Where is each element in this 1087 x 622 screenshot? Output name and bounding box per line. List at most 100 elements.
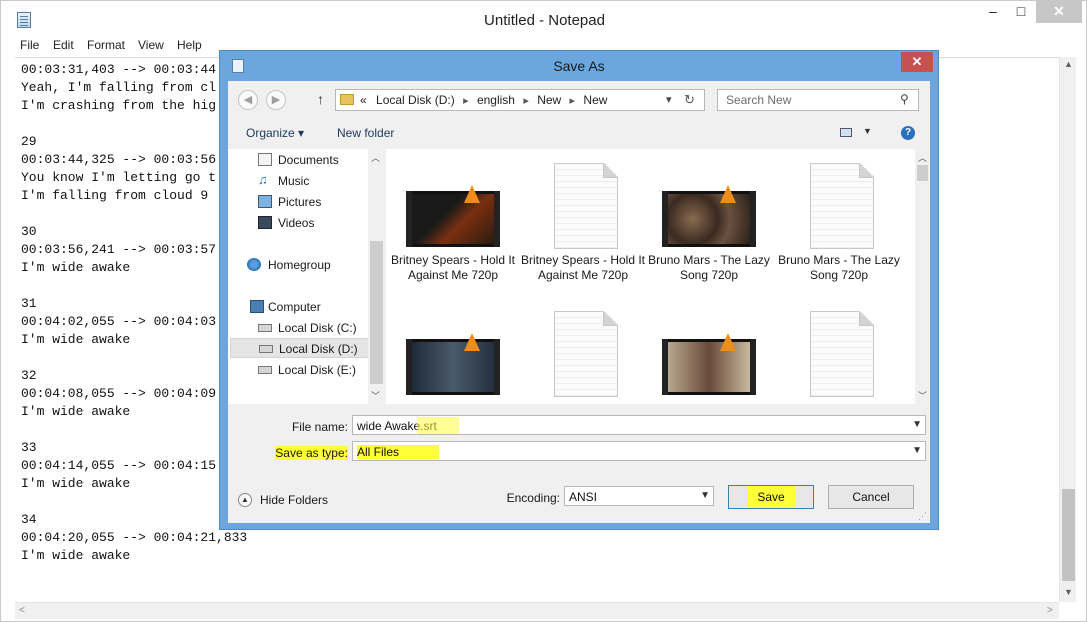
breadcrumb-separator-icon[interactable]: ▸ bbox=[523, 95, 529, 107]
menu-edit[interactable]: Edit bbox=[53, 38, 74, 52]
maximize-button[interactable]: □ bbox=[1008, 1, 1034, 23]
file-name: Bruno Mars - The Lazy Song 720p bbox=[648, 253, 770, 282]
nav-item-computer[interactable]: Computer bbox=[228, 297, 368, 317]
nav-item-local-disk-c[interactable]: Local Disk (C:) bbox=[228, 318, 368, 338]
save-button-label: Save bbox=[747, 486, 795, 508]
forward-icon[interactable]: ▶ bbox=[266, 90, 286, 110]
scroll-right-icon[interactable]: > bbox=[1047, 605, 1053, 616]
change-view-button[interactable]: ▼ bbox=[837, 125, 872, 141]
nav-pane-scrollbar[interactable]: ︿ ﹀ bbox=[368, 149, 385, 404]
menu-view[interactable]: View bbox=[138, 38, 164, 52]
video-thumbnail bbox=[406, 339, 500, 395]
close-button[interactable]: ✕ bbox=[1036, 1, 1082, 23]
file-item[interactable] bbox=[644, 297, 756, 404]
search-input[interactable]: Search New bbox=[726, 93, 791, 107]
address-dropdown-icon[interactable]: ▾ bbox=[666, 93, 672, 106]
text-document-icon bbox=[810, 311, 874, 397]
horizontal-scrollbar[interactable]: < > bbox=[15, 602, 1059, 619]
menu-help[interactable]: Help bbox=[177, 38, 202, 52]
file-item[interactable]: Britney Spears - Hold It Against Me 720p bbox=[388, 149, 515, 299]
breadcrumb-english[interactable]: english bbox=[477, 93, 515, 107]
editor-line: Yeah, I'm falling from cl bbox=[21, 80, 217, 95]
file-list[interactable]: Britney Spears - Hold It Against Me 720p… bbox=[386, 149, 915, 404]
vertical-scrollbar[interactable]: ▲ ▼ bbox=[1059, 57, 1076, 602]
new-folder-button[interactable]: New folder bbox=[337, 126, 394, 140]
highlight-mark bbox=[417, 417, 459, 434]
nav-item-documents[interactable]: Documents bbox=[228, 150, 368, 170]
save-type-label-text: Save as type: bbox=[275, 446, 348, 460]
editor-line: 00:03:56,241 --> 00:03:57 bbox=[21, 242, 217, 257]
chevron-down-icon[interactable]: ▼ bbox=[912, 445, 922, 456]
video-thumbnail bbox=[662, 191, 756, 247]
up-arrow-icon[interactable]: ↑ bbox=[317, 91, 324, 107]
scroll-left-icon[interactable]: < bbox=[19, 605, 25, 616]
breadcrumb-local-disk-d[interactable]: Local Disk (D:) bbox=[376, 93, 455, 107]
scroll-thumb[interactable] bbox=[370, 241, 383, 384]
chevron-down-icon[interactable]: ﹀ bbox=[371, 389, 380, 402]
scroll-thumb[interactable] bbox=[917, 165, 928, 181]
file-list-scrollbar[interactable]: ︿ ﹀ bbox=[915, 149, 930, 404]
refresh-icon[interactable]: ↻ bbox=[684, 92, 695, 108]
scroll-down-icon[interactable]: ▼ bbox=[1060, 587, 1077, 597]
help-icon[interactable]: ? bbox=[901, 126, 915, 140]
file-item[interactable] bbox=[388, 297, 500, 404]
breadcrumb-separator-icon[interactable]: ▸ bbox=[463, 95, 469, 107]
save-type-select[interactable]: All Files ▼ bbox=[352, 441, 926, 461]
chevron-down-icon[interactable]: ﹀ bbox=[918, 389, 927, 402]
file-item[interactable] bbox=[518, 297, 628, 404]
nav-item-label: Local Disk (E:) bbox=[278, 363, 357, 377]
editor-line: 33 bbox=[21, 440, 37, 455]
minimize-button[interactable]: – bbox=[980, 1, 1006, 23]
nav-item-pictures[interactable]: Pictures bbox=[228, 192, 368, 212]
menu-file[interactable]: File bbox=[20, 38, 39, 52]
save-type-value: All Files bbox=[357, 445, 440, 459]
breadcrumb-new[interactable]: New bbox=[537, 93, 561, 107]
chevron-up-icon[interactable]: ︿ bbox=[371, 151, 380, 164]
nav-item-local-disk-e[interactable]: Local Disk (E:) bbox=[228, 360, 368, 380]
encoding-select[interactable]: ANSI ▼ bbox=[564, 486, 714, 506]
file-item[interactable]: Britney Spears - Hold It Against Me 720p bbox=[518, 149, 645, 299]
menu-format[interactable]: Format bbox=[87, 38, 125, 52]
dialog-close-button[interactable]: ✕ bbox=[901, 52, 933, 72]
scroll-thumb[interactable] bbox=[1062, 489, 1075, 581]
editor-text: 00:03:31,403 --> 00:03:44 Yeah, I'm falli… bbox=[21, 61, 247, 565]
editor-line: You know I'm letting go t bbox=[21, 170, 217, 185]
vlc-icon bbox=[464, 333, 480, 351]
resize-grip-icon[interactable]: ⋰ bbox=[918, 511, 927, 522]
search-box[interactable]: Search New ⚲ bbox=[717, 89, 919, 111]
chevron-down-icon[interactable]: ▼ bbox=[700, 490, 710, 501]
back-icon[interactable]: ◀ bbox=[238, 90, 258, 110]
editor-line: 00:04:14,055 --> 00:04:15 bbox=[21, 458, 217, 473]
file-item[interactable] bbox=[774, 297, 884, 404]
file-item[interactable]: Bruno Mars - The Lazy Song 720p bbox=[644, 149, 770, 299]
nav-item-homegroup[interactable]: Homegroup bbox=[228, 255, 368, 275]
nav-item-label: Music bbox=[278, 174, 310, 188]
nav-item-label: Computer bbox=[268, 300, 321, 314]
editor-line: 34 bbox=[21, 512, 37, 527]
nav-item-music[interactable]: ♫ Music bbox=[228, 171, 368, 191]
organize-button[interactable]: Organize ▾ bbox=[246, 126, 304, 140]
chevron-down-icon[interactable]: ▼ bbox=[912, 419, 922, 430]
address-bar[interactable]: « Local Disk (D:) ▸ english ▸ New ▸ New … bbox=[335, 89, 705, 111]
breadcrumb-new-current[interactable]: New bbox=[583, 93, 607, 107]
dialog-body: ◀ ▶ ↑ « Local Disk (D:) ▸ english ▸ New … bbox=[228, 81, 930, 523]
dialog-title: Save As bbox=[553, 58, 605, 74]
videos-icon bbox=[258, 216, 272, 229]
chevron-down-icon: ▼ bbox=[863, 126, 872, 136]
nav-item-local-disk-d[interactable]: Local Disk (D:) bbox=[230, 338, 370, 358]
video-thumbnail bbox=[406, 191, 500, 247]
cancel-button[interactable]: Cancel bbox=[828, 485, 914, 509]
save-button[interactable]: Save bbox=[728, 485, 814, 509]
breadcrumb-overflow[interactable]: « bbox=[360, 93, 367, 107]
editor-line: I'm wide awake bbox=[21, 332, 131, 347]
nav-item-videos[interactable]: Videos bbox=[228, 213, 368, 233]
drive-icon bbox=[259, 345, 273, 353]
scroll-up-icon[interactable]: ▲ bbox=[1060, 59, 1077, 69]
text-document-icon bbox=[554, 163, 618, 249]
file-item[interactable]: Bruno Mars - The Lazy Song 720p bbox=[774, 149, 900, 299]
chevron-up-icon[interactable]: ︿ bbox=[918, 151, 927, 164]
text-document-icon bbox=[554, 311, 618, 397]
search-icon[interactable]: ⚲ bbox=[900, 92, 909, 106]
breadcrumb-separator-icon[interactable]: ▸ bbox=[570, 95, 576, 107]
